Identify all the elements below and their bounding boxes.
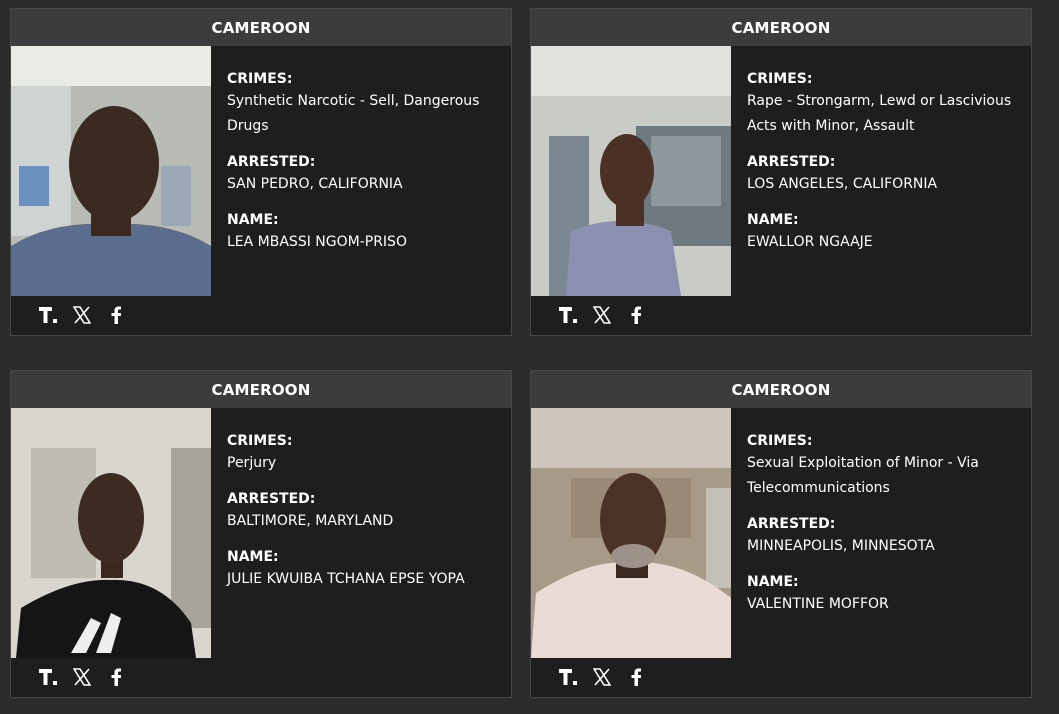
crimes-field: CRIMES: Perjury <box>227 432 497 476</box>
person-card: CAMEROON CRIMES: Rape - Strongarm, Lewd <box>530 8 1032 336</box>
share-bar <box>531 657 731 697</box>
person-info: CRIMES: Rape - Strongarm, Lewd or Lasciv… <box>747 70 1017 269</box>
person-card: CAMEROON CRIMES: Sexual Exploitation of <box>530 370 1032 698</box>
arrested-value: BALTIMORE, MARYLAND <box>227 513 394 529</box>
facebook-icon[interactable] <box>107 306 125 324</box>
x-icon[interactable] <box>593 306 611 324</box>
crimes-label: CRIMES: <box>227 71 293 87</box>
arrested-label: ARRESTED: <box>747 516 836 532</box>
arrested-label: ARRESTED: <box>747 154 836 170</box>
arrested-field: ARRESTED: LOS ANGELES, CALIFORNIA <box>747 153 1017 197</box>
arrested-label: ARRESTED: <box>227 491 316 507</box>
share-bar <box>531 295 731 335</box>
crimes-value: Perjury <box>227 455 277 471</box>
person-card: CAMEROON CRIMES: Synthetic Narcotic - Se… <box>10 8 512 336</box>
x-icon[interactable] <box>73 668 91 686</box>
share-bar <box>11 657 211 697</box>
card-country: CAMEROON <box>11 371 511 408</box>
crimes-label: CRIMES: <box>747 71 813 87</box>
crimes-value: Sexual Exploitation of Minor - Via Telec… <box>747 455 979 496</box>
name-field: NAME: LEA MBASSI NGOM-PRISO <box>227 211 497 255</box>
name-label: NAME: <box>227 212 279 228</box>
name-value: LEA MBASSI NGOM-PRISO <box>227 234 407 250</box>
person-card: CAMEROON CRIMES: Perjury ARRESTED: BALTI… <box>10 370 512 698</box>
crimes-label: CRIMES: <box>747 433 813 449</box>
truth-social-icon[interactable] <box>559 668 577 686</box>
card-country: CAMEROON <box>531 9 1031 46</box>
x-icon[interactable] <box>593 668 611 686</box>
x-icon[interactable] <box>73 306 91 324</box>
arrested-label: ARRESTED: <box>227 154 316 170</box>
name-value: JULIE KWUIBA TCHANA EPSE YOPA <box>227 571 465 587</box>
crimes-field: CRIMES: Synthetic Narcotic - Sell, Dange… <box>227 70 497 139</box>
truth-social-icon[interactable] <box>39 668 57 686</box>
name-value: EWALLOR NGAAJE <box>747 234 873 250</box>
name-label: NAME: <box>747 212 799 228</box>
card-country: CAMEROON <box>11 9 511 46</box>
share-bar <box>11 295 211 335</box>
crimes-value: Rape - Strongarm, Lewd or Lascivious Act… <box>747 93 1012 134</box>
name-label: NAME: <box>747 574 799 590</box>
arrested-value: LOS ANGELES, CALIFORNIA <box>747 176 938 192</box>
person-photo <box>11 408 211 658</box>
name-field: NAME: EWALLOR NGAAJE <box>747 211 1017 255</box>
name-label: NAME: <box>227 549 279 565</box>
arrested-field: ARRESTED: MINNEAPOLIS, MINNESOTA <box>747 515 1017 559</box>
facebook-icon[interactable] <box>627 306 645 324</box>
crimes-field: CRIMES: Rape - Strongarm, Lewd or Lasciv… <box>747 70 1017 139</box>
card-country: CAMEROON <box>531 371 1031 408</box>
truth-social-icon[interactable] <box>39 306 57 324</box>
person-info: CRIMES: Sexual Exploitation of Minor - V… <box>747 432 1017 631</box>
person-info: CRIMES: Synthetic Narcotic - Sell, Dange… <box>227 70 497 269</box>
arrested-value: SAN PEDRO, CALIFORNIA <box>227 176 403 192</box>
name-field: NAME: JULIE KWUIBA TCHANA EPSE YOPA <box>227 548 497 592</box>
arrested-field: ARRESTED: SAN PEDRO, CALIFORNIA <box>227 153 497 197</box>
wanted-grid: CAMEROON CRIMES: Synthetic Narcotic - Se… <box>0 0 1059 714</box>
person-photo <box>531 46 731 296</box>
name-value: VALENTINE MOFFOR <box>747 596 889 612</box>
arrested-value: MINNEAPOLIS, MINNESOTA <box>747 538 935 554</box>
crimes-value: Synthetic Narcotic - Sell, Dangerous Dru… <box>227 93 480 134</box>
crimes-label: CRIMES: <box>227 433 293 449</box>
facebook-icon[interactable] <box>627 668 645 686</box>
crimes-field: CRIMES: Sexual Exploitation of Minor - V… <box>747 432 1017 501</box>
person-photo <box>531 408 731 658</box>
arrested-field: ARRESTED: BALTIMORE, MARYLAND <box>227 490 497 534</box>
name-field: NAME: VALENTINE MOFFOR <box>747 573 1017 617</box>
truth-social-icon[interactable] <box>559 306 577 324</box>
person-info: CRIMES: Perjury ARRESTED: BALTIMORE, MAR… <box>227 432 497 606</box>
facebook-icon[interactable] <box>107 668 125 686</box>
person-photo <box>11 46 211 296</box>
